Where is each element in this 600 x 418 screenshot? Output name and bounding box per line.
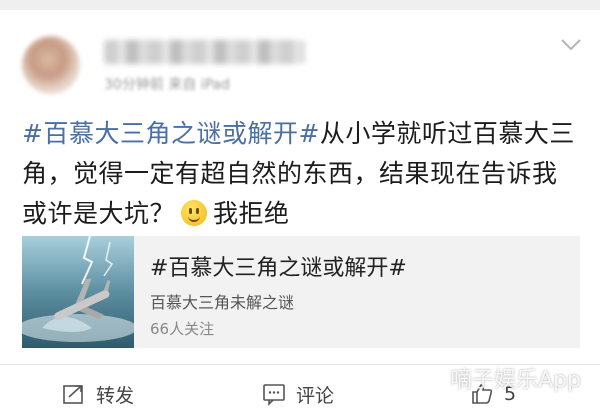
comment-icon	[263, 384, 285, 406]
topic-thumbnail-image	[22, 236, 134, 348]
topic-title[interactable]: #百慕大三角之谜或解开#	[150, 250, 407, 282]
user-name[interactable]	[104, 40, 304, 64]
repost-button[interactable]: 转发	[62, 378, 134, 410]
avatar[interactable]	[22, 36, 80, 94]
post-body-text-end: 我拒绝	[213, 199, 290, 228]
post-text: #百慕大三角之谜或解开#从小学就听过百慕大三角，觉得一定有超自然的东西，结果现在…	[22, 114, 582, 234]
topic-subtitle: 百慕大三角未解之谜	[150, 293, 295, 312]
topic-card[interactable]: #百慕大三角之谜或解开# 百慕大三角未解之谜 66人关注	[22, 236, 580, 348]
topic-followers: 66人关注	[150, 320, 215, 338]
comment-button[interactable]: 评论	[262, 378, 334, 410]
post-hashtag-link[interactable]: #百慕大三角之谜或解开#	[22, 119, 320, 148]
watermark-text: 嘀子娱乐App	[450, 368, 581, 393]
repost-label: 转发	[96, 384, 135, 407]
top-separator	[0, 0, 600, 10]
chevron-down-icon[interactable]	[560, 38, 582, 52]
post-meta: 30分钟前 来自 iPad	[104, 77, 230, 93]
smile-emoji-icon	[181, 200, 208, 226]
comment-label: 评论	[296, 384, 335, 407]
repost-icon	[63, 385, 83, 404]
